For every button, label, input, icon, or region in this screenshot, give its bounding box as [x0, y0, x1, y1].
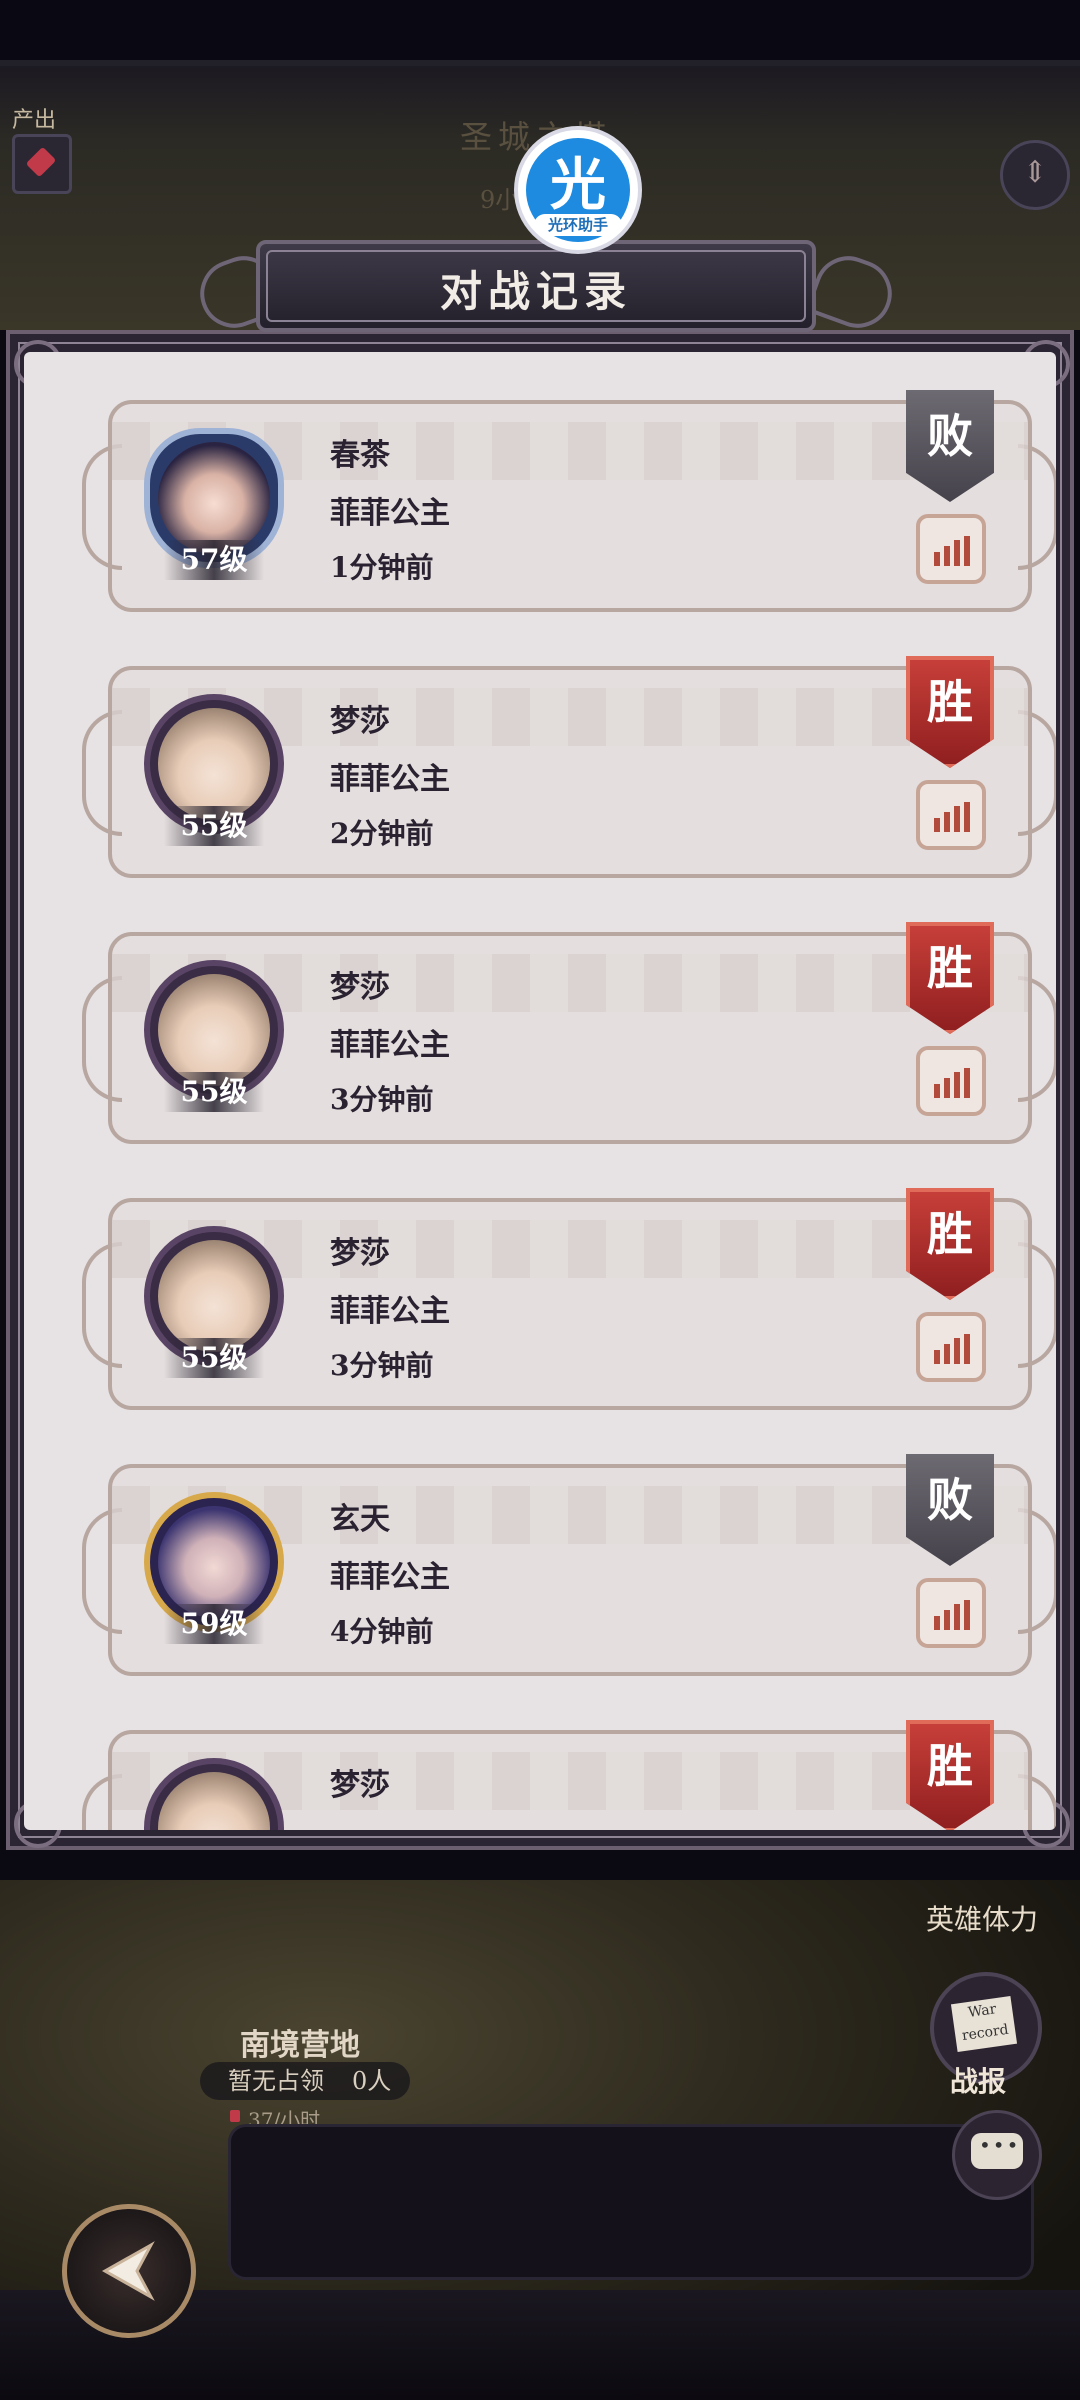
opponent-avatar[interactable]: [144, 1758, 284, 1830]
battle-report-label[interactable]: 战报: [950, 2060, 1006, 2100]
bar-chart-icon: [934, 1068, 970, 1098]
chat-bubble-icon: [971, 2133, 1023, 2169]
back-button[interactable]: [62, 2204, 196, 2338]
sort-icon[interactable]: ⇕: [1000, 140, 1070, 210]
hero-stamina-label[interactable]: 英雄体力: [926, 1898, 1038, 1938]
battle-stats-button[interactable]: [916, 1578, 986, 1648]
back-arrow-icon: [101, 2241, 155, 2301]
watermark-glyph: 光: [550, 153, 606, 218]
dialog-title: 对战记录: [439, 267, 632, 316]
battle-stats-button[interactable]: [916, 1312, 986, 1382]
opponent-avatar[interactable]: 57级: [144, 428, 284, 580]
bar-chart-icon: [934, 1600, 970, 1630]
record-item[interactable]: 59级 玄天 菲菲公主 4分钟前 败: [82, 1454, 1056, 1676]
player-name: 梦莎: [330, 1768, 390, 1803]
record-item[interactable]: 梦莎 胜: [82, 1720, 1056, 1830]
player-name: 梦莎: [330, 970, 390, 1005]
bar-chart-icon: [934, 1334, 970, 1364]
player-name: 玄天: [330, 1502, 390, 1537]
chat-panel[interactable]: [228, 2124, 1034, 2280]
opponent-avatar[interactable]: 55级: [144, 960, 284, 1112]
opponent-name: 菲菲公主: [330, 1028, 450, 1063]
opponent-name: 菲菲公主: [330, 1294, 450, 1329]
level-label: 55级: [164, 1338, 264, 1378]
opponent-avatar[interactable]: 59级: [144, 1492, 284, 1644]
opponent-name: 菲菲公主: [330, 762, 450, 797]
dialog-title-plate: 对战记录: [256, 240, 816, 332]
output-label: 产出: [12, 108, 57, 133]
output-gem-icon[interactable]: [12, 134, 72, 194]
war-record-icon: War record: [950, 1996, 1018, 2052]
battle-stats-button[interactable]: [916, 514, 986, 584]
chat-button[interactable]: [952, 2110, 1042, 2200]
record-item[interactable]: 55级 梦莎 菲菲公主 2分钟前 胜: [82, 656, 1056, 878]
level-label: 55级: [164, 806, 264, 846]
level-label: 55级: [164, 1072, 264, 1112]
level-label: 57级: [164, 540, 264, 580]
record-time: 1分钟前: [330, 551, 434, 584]
record-time: 3分钟前: [330, 1083, 434, 1116]
opponent-avatar[interactable]: 55级: [144, 1226, 284, 1378]
record-time: 4分钟前: [330, 1615, 434, 1648]
opponent-avatar[interactable]: 55级: [144, 694, 284, 846]
record-time: 2分钟前: [330, 817, 434, 850]
opponent-name: 菲菲公主: [330, 1560, 450, 1595]
opponent-name: 菲菲公主: [330, 496, 450, 531]
camp-owner: 暂无占领: [228, 2067, 324, 2095]
camp-count: 0人: [352, 2067, 392, 2095]
record-item[interactable]: 57级 春茶 菲菲公主 1分钟前 败: [82, 390, 1056, 612]
record-item[interactable]: 55级 梦莎 菲菲公主 3分钟前 胜: [82, 1188, 1056, 1410]
tower-timer-label: 9小: [480, 186, 520, 214]
camp-name[interactable]: 南境营地: [240, 2020, 360, 2064]
record-list[interactable]: 57级 春茶 菲菲公主 1分钟前 败 55级 梦莎 菲菲公主 2分钟前 胜 55…: [24, 352, 1056, 1830]
battle-stats-button[interactable]: [916, 1046, 986, 1116]
battle-stats-button[interactable]: [916, 780, 986, 850]
player-name: 春茶: [330, 438, 390, 473]
camp-status: 暂无占领 0人: [200, 2062, 410, 2100]
watermark-logo: 光 光环助手: [518, 130, 638, 250]
watermark-label: 光环助手: [534, 214, 622, 236]
bar-chart-icon: [934, 536, 970, 566]
level-label: 59级: [164, 1604, 264, 1644]
record-time: 3分钟前: [330, 1349, 434, 1382]
record-item[interactable]: 55级 梦莎 菲菲公主 3分钟前 胜: [82, 922, 1056, 1144]
player-name: 梦莎: [330, 1236, 390, 1271]
player-name: 梦莎: [330, 704, 390, 739]
bar-chart-icon: [934, 802, 970, 832]
